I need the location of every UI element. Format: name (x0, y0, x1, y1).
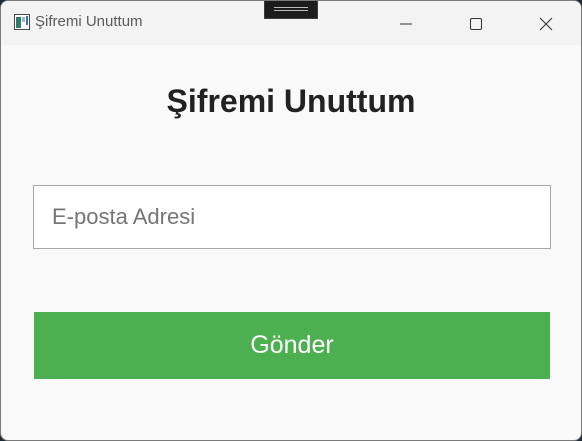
window-title: Şifremi Unuttum (35, 13, 143, 30)
app-icon (14, 14, 30, 30)
maximize-icon (470, 18, 482, 30)
close-button[interactable] (511, 1, 581, 45)
email-field[interactable] (33, 185, 551, 249)
page-title: Şifremi Unuttum (166, 83, 416, 119)
close-icon (539, 17, 553, 31)
maximize-button[interactable] (441, 1, 511, 45)
title-bar[interactable]: Şifremi Unuttum (1, 1, 581, 45)
forgot-password-window: Şifremi Unuttum Şifremi Unuttum Gönder (0, 0, 582, 441)
minimize-button[interactable] (371, 1, 441, 45)
snap-handle[interactable] (264, 1, 318, 19)
submit-button[interactable]: Gönder (34, 312, 550, 379)
minimize-icon (400, 23, 412, 25)
